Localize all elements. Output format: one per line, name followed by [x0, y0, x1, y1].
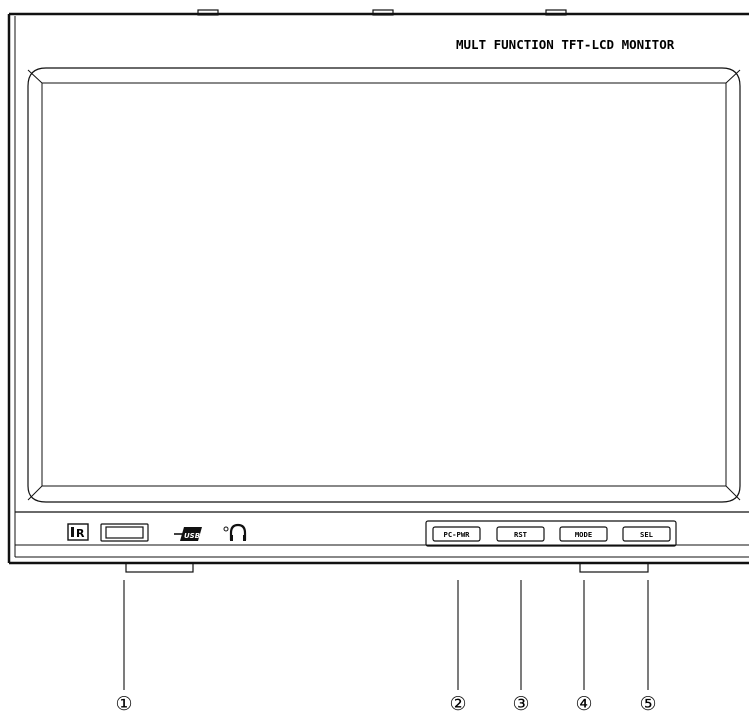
sel-button[interactable]: SEL [622, 526, 671, 542]
callout-2: ② [449, 693, 466, 715]
ir-label: R [76, 527, 85, 540]
mode-button[interactable]: MODE [559, 526, 608, 542]
lcd-screen [41, 82, 727, 487]
pc-pwr-button[interactable]: PC-PWR [432, 526, 481, 542]
monitor-housing [7, 12, 749, 565]
callout-4: ④ [575, 693, 592, 715]
card-slot [100, 523, 149, 542]
foot-left [125, 562, 194, 573]
pc-pwr-button-label: PC-PWR [444, 530, 471, 539]
screen-bezel [27, 67, 741, 503]
sel-button-label: SEL [640, 530, 654, 539]
monitor-title: MULT FUNCTION TFT-LCD MONITOR [456, 37, 675, 52]
rst-button-label: RST [514, 530, 528, 539]
usb-port-icon: USB [174, 527, 202, 541]
mode-button-label: MODE [575, 530, 592, 539]
rst-button[interactable]: RST [496, 526, 545, 542]
bottom-feet [125, 562, 649, 573]
foot-right [579, 562, 649, 573]
monitor-front-view-drawing: MULT FUNCTION TFT-LCD MONITOR R USB PC-P… [7, 9, 749, 715]
callout-3: ③ [512, 693, 529, 715]
headphone-icon [223, 523, 247, 541]
usb-label: USB [184, 532, 200, 540]
callout-1: ① [115, 693, 132, 715]
ir-receiver-icon: R [67, 523, 89, 541]
callout-5: ⑤ [639, 693, 656, 715]
callout-leaders [123, 580, 649, 690]
